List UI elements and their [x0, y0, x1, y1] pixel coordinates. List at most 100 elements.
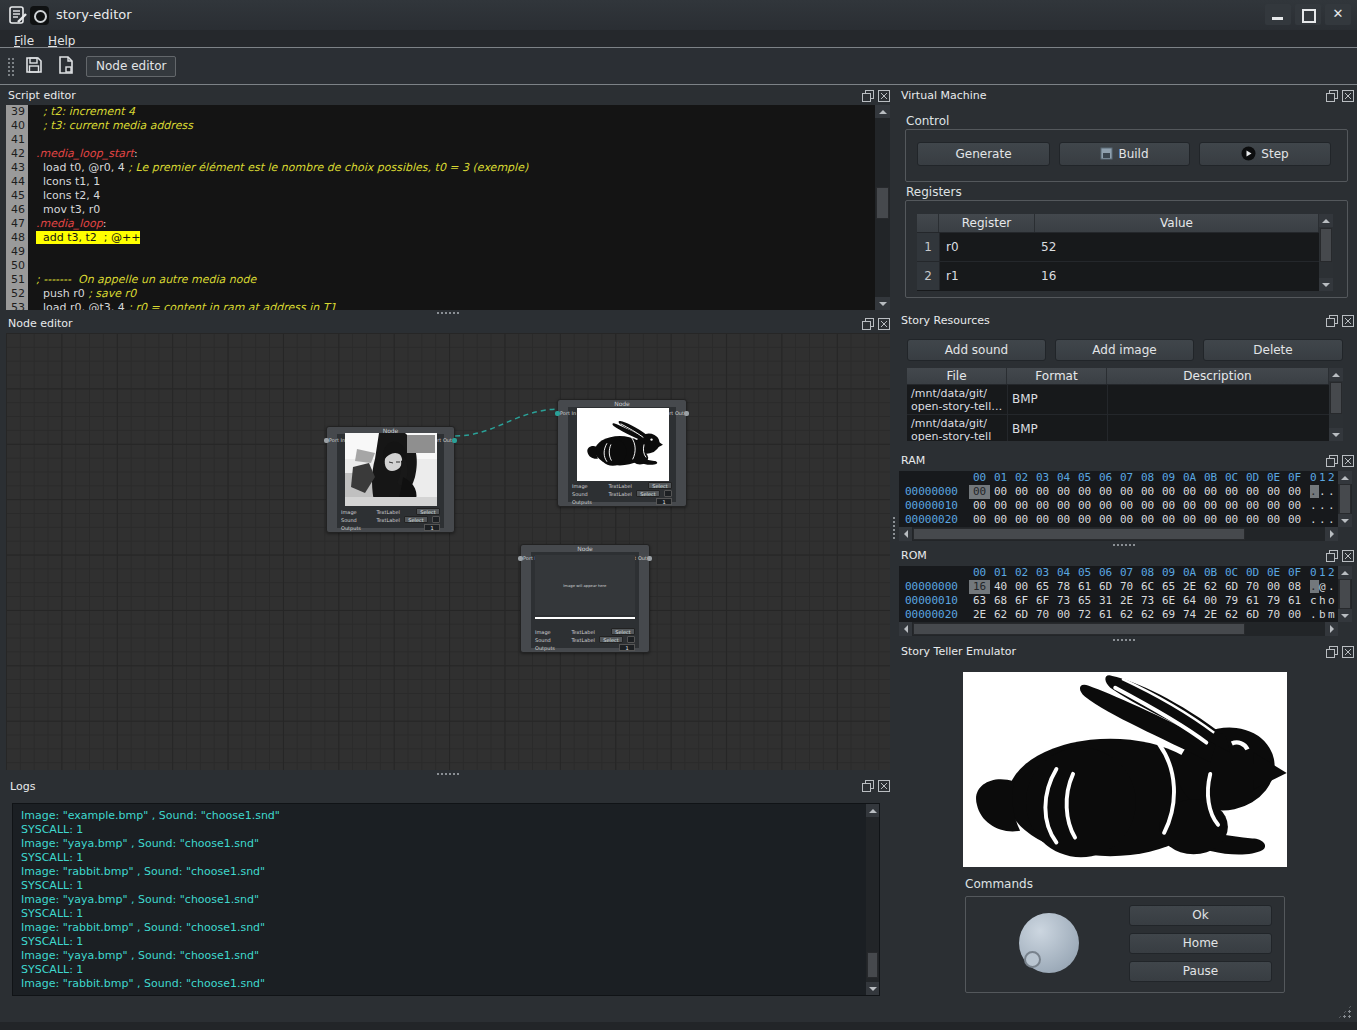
register-column-header[interactable]: Register [939, 214, 1035, 232]
scroll-down-arrow[interactable] [1329, 428, 1343, 441]
rom-hex-view[interactable]: 000102030405060708090A0B0C0D0E0F01200000… [899, 566, 1338, 622]
scroll-down-arrow[interactable] [875, 297, 890, 310]
node-editor-canvas[interactable]: Node Port In Port Out [6, 333, 890, 770]
hex-byte[interactable]: 62 [1221, 608, 1242, 622]
hex-byte[interactable]: 61 [1284, 594, 1305, 608]
hex-byte[interactable]: 00 [1074, 485, 1095, 499]
hex-byte[interactable]: 00 [1032, 499, 1053, 513]
sound-play-icon[interactable] [664, 490, 672, 497]
select-image-button[interactable]: Select [648, 482, 672, 489]
hex-byte[interactable]: 68 [990, 594, 1011, 608]
hex-byte[interactable]: 70 [1242, 580, 1263, 594]
media-node-empty[interactable]: Node Port In Port Out Image will appear … [520, 544, 650, 653]
port-in-dot[interactable] [518, 556, 523, 561]
logs-vscrollbar[interactable] [866, 804, 879, 995]
close-panel-icon[interactable] [1342, 646, 1354, 658]
close-panel-icon[interactable] [878, 780, 890, 792]
media-node-yaya[interactable]: Node Port In Port Out [326, 426, 455, 533]
hex-byte[interactable]: 00 [990, 513, 1011, 527]
hex-byte[interactable]: 00 [1284, 608, 1305, 622]
script-line[interactable]: 46 mov t3, r0 [6, 203, 890, 217]
script-line[interactable]: 52 push r0 ; save r0 [6, 287, 890, 301]
registers-table[interactable]: RegisterValue1r0522r116 [917, 214, 1319, 291]
select-sound-button[interactable]: Select [636, 490, 660, 497]
add-sound-button[interactable]: Add sound [907, 339, 1046, 361]
hex-byte[interactable]: 00 [1032, 513, 1053, 527]
script-line[interactable]: 48 add t3, t2 ; @++ [6, 231, 890, 245]
hex-byte[interactable]: 61 [1074, 580, 1095, 594]
hex-byte[interactable]: 00 [1284, 499, 1305, 513]
select-sound-button[interactable]: Select [404, 516, 428, 523]
hex-byte[interactable]: 6F [1032, 594, 1053, 608]
port-out-dot[interactable] [452, 438, 457, 443]
build-button[interactable]: Build [1059, 142, 1190, 166]
scroll-down-arrow[interactable] [1338, 514, 1352, 527]
menu-help[interactable]: Help [48, 34, 75, 48]
hex-byte[interactable]: 00 [1263, 485, 1284, 499]
script-line[interactable]: 49 [6, 245, 890, 259]
hex-byte[interactable]: 70 [1032, 608, 1053, 622]
hex-byte[interactable]: 6D [1221, 580, 1242, 594]
hex-byte[interactable]: 00 [1200, 485, 1221, 499]
hex-byte[interactable]: 00 [1116, 485, 1137, 499]
script-editor[interactable]: 39 ; t2: increment 440 ; t3: current med… [6, 105, 890, 310]
new-file-icon[interactable] [56, 55, 76, 79]
scroll-down-arrow[interactable] [1319, 278, 1333, 291]
scroll-thumb[interactable] [867, 952, 878, 978]
float-panel-icon[interactable] [862, 780, 874, 792]
hex-byte[interactable]: 00 [1011, 499, 1032, 513]
hex-byte[interactable]: 64 [1179, 594, 1200, 608]
pause-button[interactable]: Pause [1129, 961, 1272, 982]
hex-byte[interactable]: 00 [1200, 499, 1221, 513]
hex-byte[interactable]: 72 [1074, 608, 1095, 622]
splitter-script-node[interactable] [436, 311, 460, 315]
ram-hex-view[interactable]: 000102030405060708090A0B0C0D0E0F01200000… [899, 471, 1338, 527]
hex-byte[interactable]: 00 [1179, 499, 1200, 513]
hex-byte[interactable]: 65 [1158, 580, 1179, 594]
script-line[interactable]: 50 [6, 259, 890, 273]
hex-byte[interactable]: 62 [990, 608, 1011, 622]
resources-table[interactable]: FileFormatDescription/mnt/data/git/open-… [907, 368, 1329, 441]
sound-play-icon[interactable] [627, 636, 635, 643]
script-line[interactable]: 41 [6, 133, 890, 147]
close-panel-icon[interactable] [1342, 550, 1354, 562]
hex-byte[interactable]: 00 [1137, 513, 1158, 527]
script-line[interactable]: 51; ------- On appelle un autre media no… [6, 273, 890, 287]
toolbar-drag-handle[interactable] [7, 57, 15, 77]
hex-byte[interactable]: 61 [1095, 608, 1116, 622]
ok-button[interactable]: Ok [1129, 905, 1272, 926]
hex-byte[interactable]: 00 [1095, 499, 1116, 513]
hex-byte[interactable]: 00 [1242, 485, 1263, 499]
window-resize-grip[interactable] [1337, 1004, 1353, 1020]
hex-byte[interactable]: 00 [1221, 513, 1242, 527]
hex-row[interactable]: 0000001000000000000000000000000000000000… [899, 499, 1338, 513]
hex-byte[interactable]: 00 [1200, 594, 1221, 608]
hex-byte[interactable]: 00 [990, 499, 1011, 513]
port-out-dot[interactable] [647, 556, 652, 561]
registers-vscrollbar[interactable] [1319, 214, 1333, 291]
port-in-dot[interactable] [555, 411, 560, 416]
scroll-thumb[interactable] [1339, 484, 1351, 514]
value-column-header[interactable]: Value [1035, 214, 1319, 232]
hex-byte[interactable]: 00 [1095, 485, 1116, 499]
hex-byte[interactable]: 00 [1074, 499, 1095, 513]
hex-byte[interactable]: 00 [1137, 499, 1158, 513]
hex-byte[interactable]: 00 [990, 485, 1011, 499]
float-panel-icon[interactable] [862, 90, 874, 102]
format-column-header[interactable]: Format [1007, 368, 1107, 384]
register-row[interactable]: 1r052 [917, 232, 1319, 261]
script-line[interactable]: 39 ; t2: increment 4 [6, 105, 890, 119]
hex-row[interactable]: 000000001640006578616D706C652E626D700008… [899, 580, 1338, 594]
select-image-button[interactable]: Select [416, 508, 440, 515]
script-line[interactable]: 42.media_loop_start: [6, 147, 890, 161]
scroll-left-arrow[interactable] [899, 622, 912, 636]
scroll-up-arrow[interactable] [1338, 471, 1352, 484]
hex-byte[interactable]: 2E [1179, 580, 1200, 594]
hex-byte[interactable]: 00 [1179, 513, 1200, 527]
hex-byte[interactable]: 00 [1053, 608, 1074, 622]
hex-byte[interactable]: 00 [1179, 485, 1200, 499]
hex-byte[interactable]: 00 [1032, 485, 1053, 499]
hex-byte[interactable]: 62 [1116, 608, 1137, 622]
close-panel-icon[interactable] [878, 318, 890, 330]
hex-byte[interactable]: 00 [1116, 499, 1137, 513]
